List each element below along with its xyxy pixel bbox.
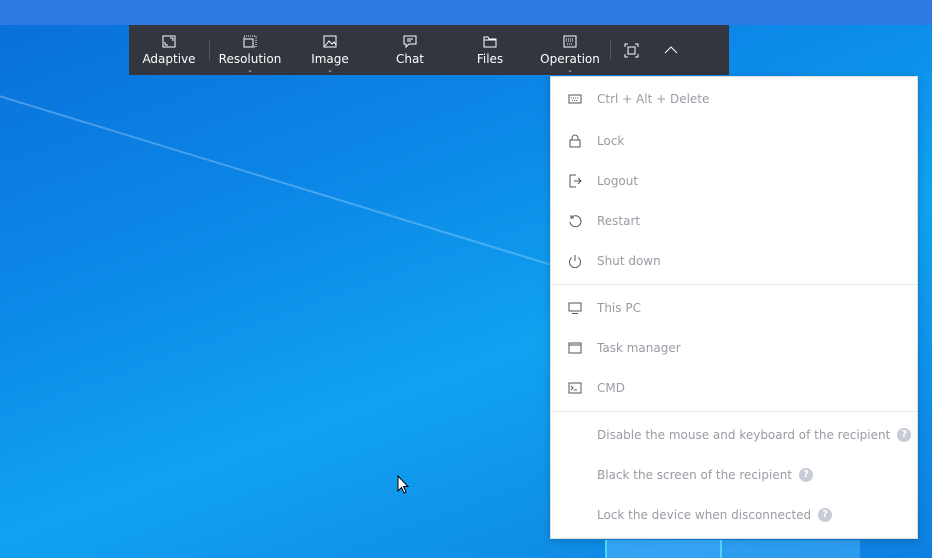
adaptive-button[interactable]: Adaptive [129,25,209,75]
power-icon [569,255,581,268]
menu-item-label: Logout [597,174,639,188]
menu-item-label: Disable the mouse and keyboard of the re… [597,428,891,442]
menu-item-label: Ctrl + Alt + Delete [597,92,710,106]
keyboard-icon [568,94,582,104]
menu-item-label: This PC [597,301,641,315]
menu-item-label: Lock [597,134,625,148]
taskbar-button[interactable] [605,540,720,558]
files-button[interactable]: Files [450,25,530,75]
menu-divider [551,411,917,412]
adaptive-icon [162,35,176,47]
top-bar [0,0,932,25]
chat-label: Chat [395,51,425,66]
menu-item-this-pc[interactable]: This PC [551,288,917,328]
menu-item-label: Restart [597,214,641,228]
menu-item-label: Lock the device when disconnected [597,508,812,522]
restart-icon [569,215,582,228]
help-icon[interactable]: ? [897,428,912,442]
operation-menu: Ctrl + Alt + Delete Lock Logout Restart … [550,76,918,539]
lock-icon [569,134,581,148]
mouse-cursor-icon [397,475,409,494]
menu-item-disable-input[interactable]: Disable the mouse and keyboard of the re… [551,415,917,455]
image-label: Image [311,51,349,66]
menu-item-black-screen[interactable]: Black the screen of the recipient? [551,455,917,495]
menu-item-cmd[interactable]: CMD [551,368,917,408]
chevron-up-icon [664,46,678,54]
help-icon[interactable]: ? [799,468,814,482]
window-icon [568,342,582,354]
menu-item-label: CMD [597,381,625,395]
logout-icon [569,174,582,188]
menu-item-label: Black the screen of the recipient [597,468,793,482]
image-button[interactable]: Image ⌄ [290,25,370,75]
menu-item-label: Task manager [597,341,681,355]
menu-item-lock[interactable]: Lock [551,121,917,161]
wallpaper-beam [0,80,620,287]
chevron-down-icon: ⌄ [247,66,253,74]
monitor-icon [568,302,582,314]
resolution-icon [243,35,257,47]
menu-item-task-manager[interactable]: Task manager [551,328,917,368]
image-icon [323,35,337,47]
help-icon[interactable]: ? [818,508,833,522]
operation-button[interactable]: Operation ⌄ [530,25,610,75]
operation-label: Operation [540,51,600,66]
menu-item-label: Shut down [597,254,661,268]
chat-icon [403,35,417,48]
chevron-down-icon: ⌄ [567,66,573,74]
chevron-down-icon: ⌄ [327,66,333,74]
menu-item-restart[interactable]: Restart [551,201,917,241]
menu-item-shut-down[interactable]: Shut down [551,241,917,281]
menu-item-lock-on-disconnect[interactable]: Lock the device when disconnected? [551,495,917,535]
remote-toolbar: Adaptive Resolution ⌄ Image ⌄ Chat Files O… [129,25,729,75]
folder-icon [483,36,497,47]
resolution-label: Resolution [218,51,282,66]
adaptive-label: Adaptive [142,51,196,66]
keyboard-icon [563,35,577,47]
chat-button[interactable]: Chat [370,25,450,75]
menu-item-ctrl-alt-delete[interactable]: Ctrl + Alt + Delete [551,77,917,121]
resolution-button[interactable]: Resolution ⌄ [210,25,290,75]
fullscreen-button[interactable] [611,25,651,75]
terminal-icon [568,382,582,394]
fullscreen-icon [624,43,638,57]
files-label: Files [476,51,504,66]
menu-divider [551,284,917,285]
menu-item-logout[interactable]: Logout [551,161,917,201]
taskbar-button[interactable] [720,540,860,558]
collapse-button[interactable] [651,25,691,75]
